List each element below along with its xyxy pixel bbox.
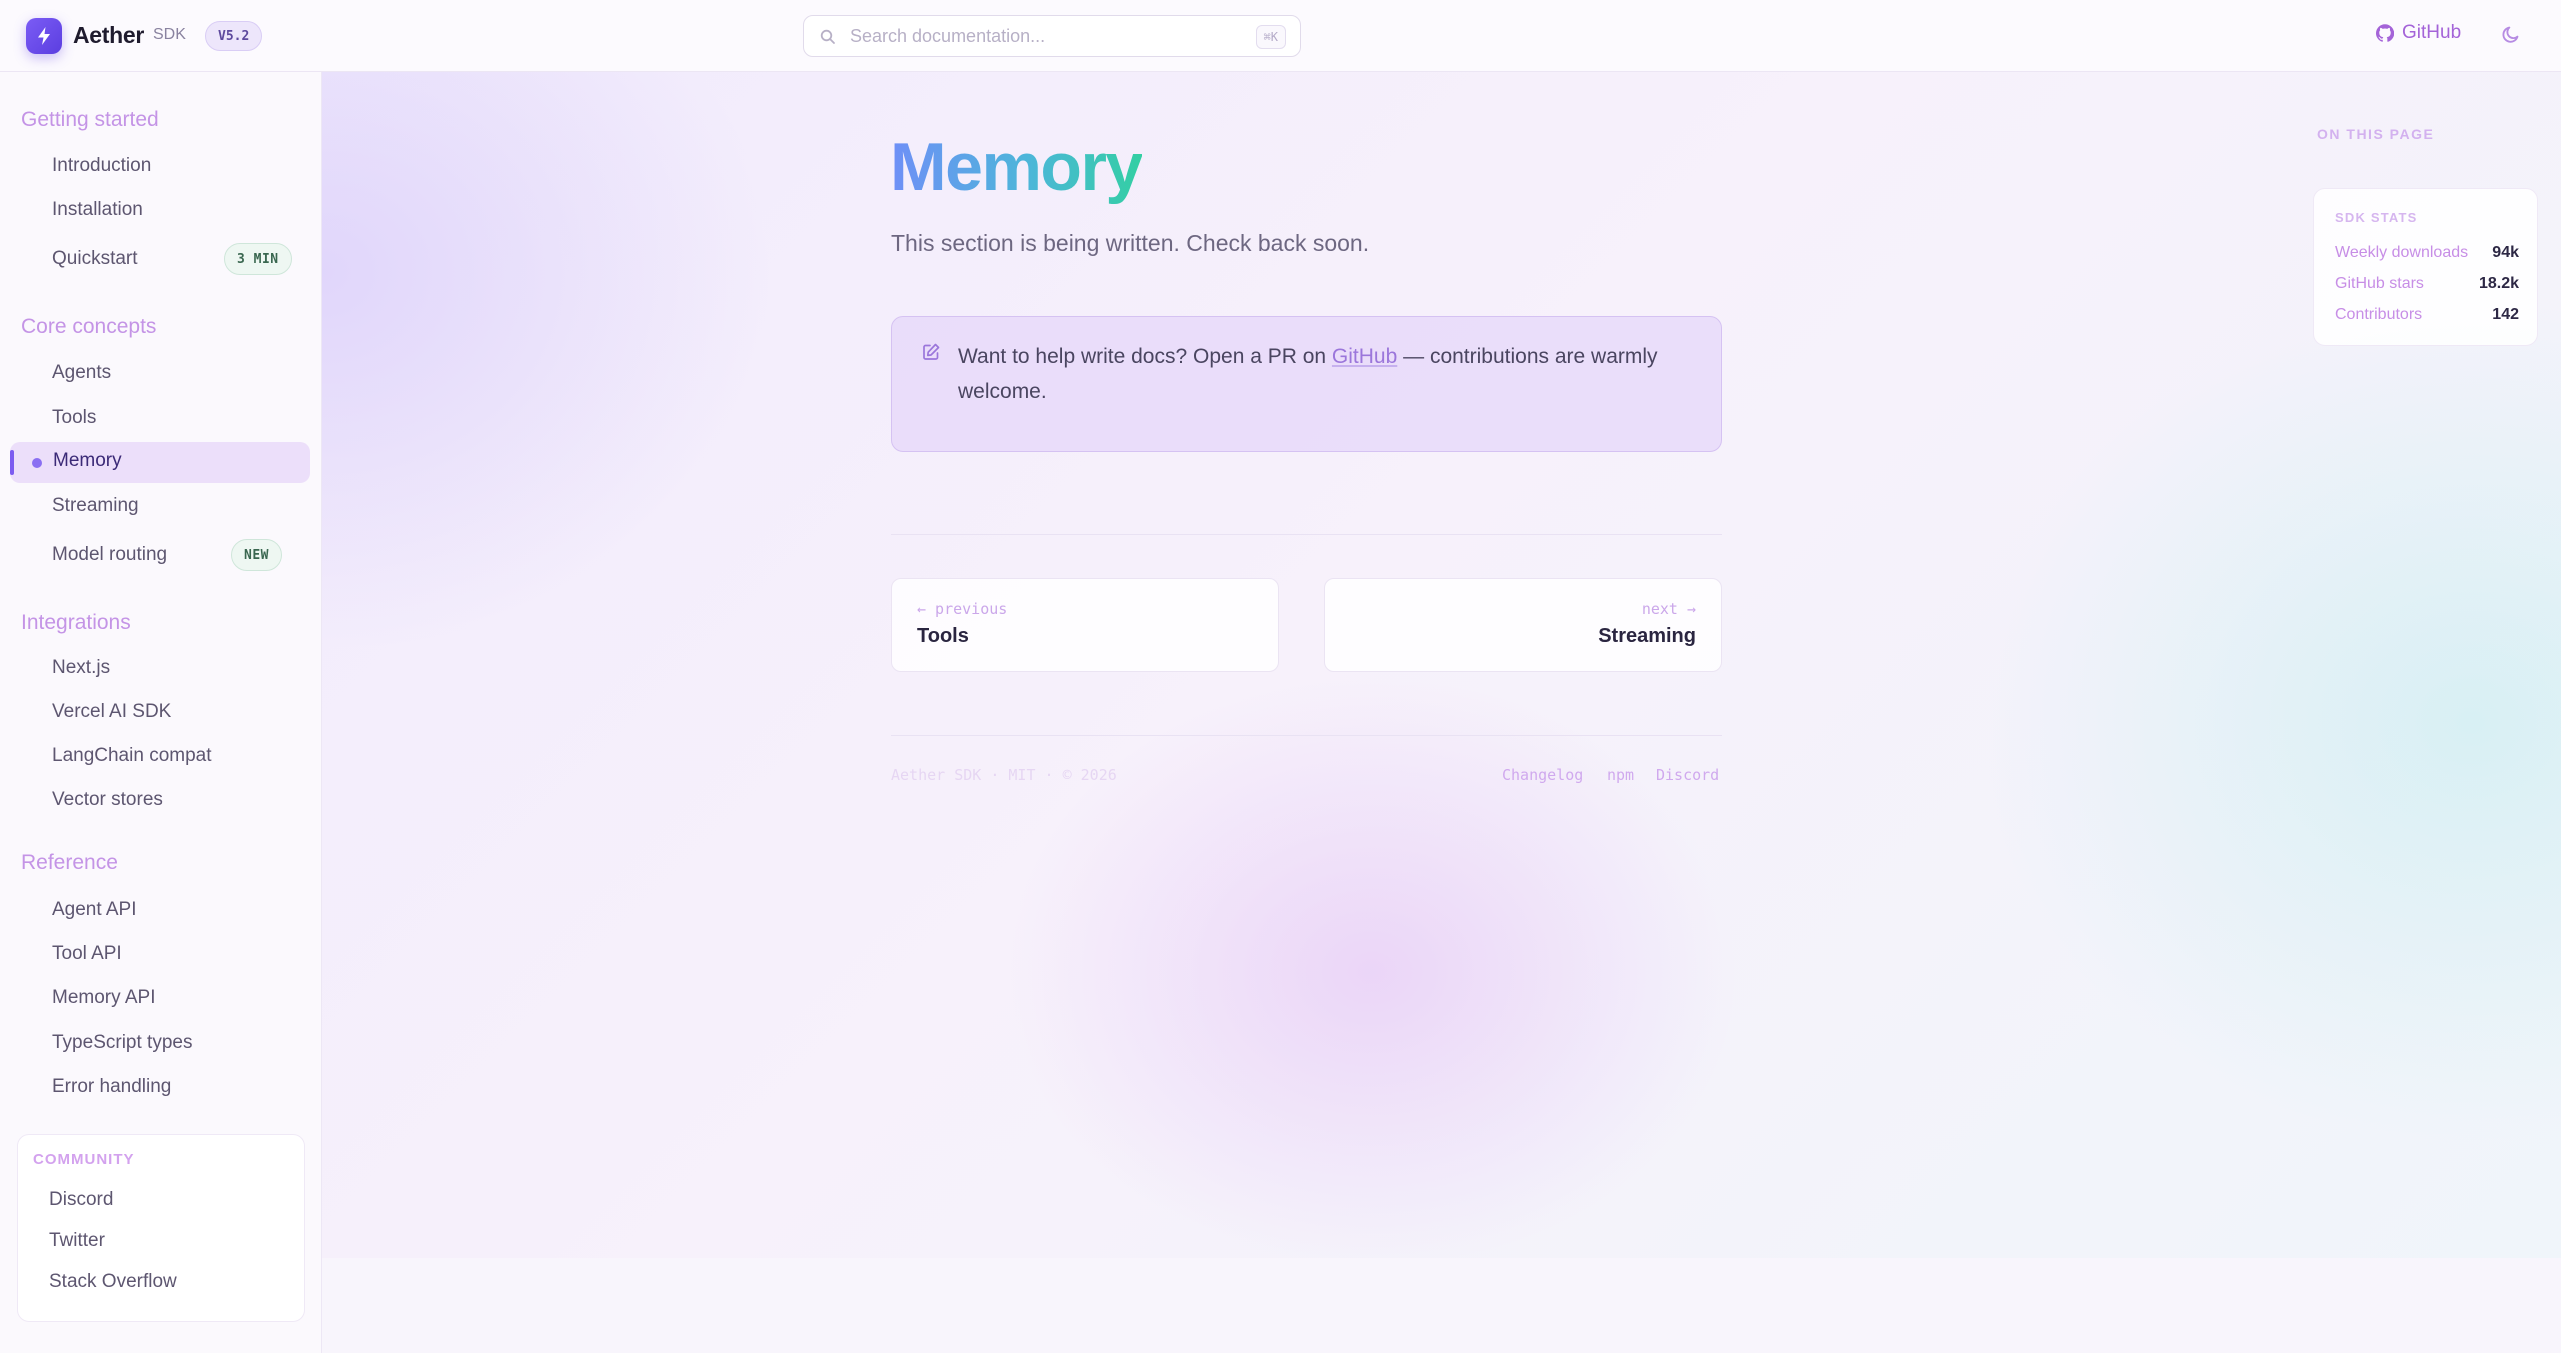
sidebar-item-tool-api[interactable]: Tool API (52, 940, 122, 968)
next-page-link[interactable]: next → Streaming (1324, 578, 1722, 672)
sidebar-item-typescript-types[interactable]: TypeScript types (52, 1029, 192, 1057)
version-badge[interactable]: V5.2 (205, 21, 263, 51)
footer-link-discord[interactable]: Discord (1656, 766, 1719, 784)
quickstart-time-badge: 3 MIN (224, 243, 292, 275)
edit-icon (923, 343, 940, 360)
callout-text: Want to help write docs? Open a PR on Gi… (958, 345, 1658, 403)
sidebar-item-memory[interactable]: Memory (10, 442, 310, 483)
stat-value-github-stars: 18.2k (2478, 275, 2519, 292)
footer-copyright: Aether SDK · MIT · © 2026 (891, 766, 1117, 784)
next-title: Streaming (1598, 625, 1696, 647)
brand-name[interactable]: Aether (73, 22, 144, 49)
previous-title: Tools (917, 625, 969, 647)
sidebar-item-vector-stores[interactable]: Vector stores (52, 786, 163, 814)
sidebar-item-model-routing[interactable]: Model routing (52, 541, 167, 569)
on-this-page-heading: ON THIS PAGE (2317, 126, 2435, 142)
search-icon (820, 29, 835, 44)
section-title-getting-started: Getting started (21, 108, 159, 131)
github-label: GitHub (2402, 22, 2462, 43)
community-title: COMMUNITY (33, 1151, 135, 1168)
github-link[interactable]: GitHub (2376, 22, 2461, 44)
bolt-icon[interactable] (26, 18, 62, 54)
sidebar-item-label: Memory (53, 450, 122, 471)
contribute-callout: Want to help write docs? Open a PR on Gi… (891, 316, 1722, 452)
sdk-stats-card: SDK STATS Weekly downloads 94k GitHub st… (2313, 188, 2538, 346)
sidebar-item-installation[interactable]: Installation (52, 196, 143, 224)
section-title-integrations: Integrations (21, 611, 131, 634)
next-label: next → (1641, 600, 1696, 618)
section-title-reference: Reference (21, 851, 118, 874)
sidebar-item-langchain-compat[interactable]: LangChain compat (52, 742, 212, 770)
callout-github-link[interactable]: GitHub (1332, 345, 1397, 368)
community-card: COMMUNITY Discord Twitter Stack Overflow (17, 1134, 305, 1322)
previous-page-link[interactable]: ← previous Tools (891, 578, 1279, 672)
github-icon (2376, 24, 2394, 42)
new-badge: NEW (231, 539, 282, 571)
community-link-stack-overflow[interactable]: Stack Overflow (49, 1271, 177, 1293)
sidebar: Getting started Introduction Installatio… (0, 72, 322, 1353)
search-input[interactable] (850, 16, 1230, 56)
page-title: Memory (890, 129, 1143, 205)
stats-title: SDK STATS (2335, 210, 2418, 225)
active-indicator (10, 450, 14, 475)
sidebar-item-tools[interactable]: Tools (52, 404, 96, 432)
stat-value-contributors: 142 (2492, 306, 2519, 323)
community-link-discord[interactable]: Discord (49, 1189, 113, 1211)
brand-sub: SDK (153, 26, 186, 43)
stat-label-contributors: Contributors (2335, 306, 2423, 323)
sidebar-item-quickstart[interactable]: Quickstart (52, 245, 138, 273)
sidebar-item-agent-api[interactable]: Agent API (52, 896, 137, 924)
search-shortcut: ⌘K (1255, 25, 1286, 49)
active-dot (32, 458, 42, 468)
community-link-twitter[interactable]: Twitter (49, 1230, 105, 1252)
sidebar-item-memory-api[interactable]: Memory API (52, 984, 155, 1012)
page-subtitle: This section is being written. Check bac… (891, 230, 1370, 256)
sidebar-item-nextjs[interactable]: Next.js (52, 654, 110, 682)
footer-link-changelog[interactable]: Changelog (1502, 766, 1583, 784)
stat-label-weekly-downloads: Weekly downloads (2335, 244, 2469, 261)
sidebar-item-introduction[interactable]: Introduction (52, 152, 151, 180)
footer-link-npm[interactable]: npm (1607, 766, 1634, 784)
search-box[interactable]: ⌘K (803, 15, 1301, 57)
stat-value-weekly-downloads: 94k (2492, 244, 2519, 261)
sidebar-item-streaming[interactable]: Streaming (52, 492, 139, 520)
top-bar: Aether SDK V5.2 ⌘K GitHub (0, 0, 2561, 72)
moon-icon[interactable] (2500, 23, 2522, 45)
section-title-core-concepts: Core concepts (21, 315, 157, 338)
sidebar-item-vercel-ai-sdk[interactable]: Vercel AI SDK (52, 698, 171, 726)
content-divider (891, 534, 1722, 535)
stat-label-github-stars: GitHub stars (2335, 275, 2424, 292)
footer-divider (891, 735, 1722, 736)
sidebar-item-error-handling[interactable]: Error handling (52, 1073, 171, 1101)
previous-label: ← previous (917, 600, 1008, 618)
sidebar-item-agents[interactable]: Agents (52, 359, 111, 387)
